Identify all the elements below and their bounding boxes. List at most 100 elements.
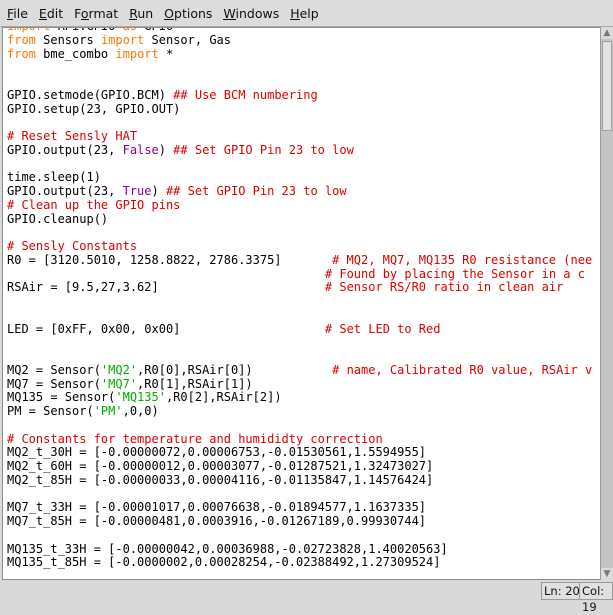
code-token: RSAir = [9.5,27,3.62] xyxy=(7,280,325,295)
code-line: MQ2_t_60H = [-0.00000012,0.00003077,-0.0… xyxy=(7,459,592,474)
code-token: MQ135 = Sensor( xyxy=(7,390,116,405)
column-number: Col: 19 xyxy=(579,582,613,614)
code-token: False xyxy=(122,142,159,157)
code-line: # Clean up the GPIO pins xyxy=(7,197,592,213)
code-token: True xyxy=(122,184,152,198)
code-token: ## Set GPIO Pin 23 to low xyxy=(173,142,354,157)
code-token: GPIO.setup(23, GPIO.OUT) xyxy=(7,101,181,116)
code-editor[interactable]: import RPi.GPIO as GPIOfrom Sensors impo… xyxy=(2,27,601,580)
code-line: from Sensors import Sensor, Gas xyxy=(7,32,592,48)
scrollbar-thumb[interactable] xyxy=(602,41,612,131)
code-token: 'MQ135' xyxy=(115,390,166,405)
menu-help[interactable]: Help xyxy=(289,6,320,21)
code-token: ,R0[2],RSAir[2]) xyxy=(165,390,282,405)
code-token: MQ2_t_30H = [-0.00000072,0.00006753,-0.0… xyxy=(7,445,427,460)
code-token: GPIO.output(23, xyxy=(7,142,123,157)
code-line: GPIO.output(23, False) ## Set GPIO Pin 2… xyxy=(7,142,592,158)
code-token: MQ2_t_85H = [-0.00000033,0.00004116,-0.0… xyxy=(7,472,434,487)
code-line: RSAir = [9.5,27,3.62] # Sensor RS/R0 rat… xyxy=(7,280,592,295)
menu-file[interactable]: File xyxy=(6,6,29,21)
code-line: time.sleep(1) xyxy=(7,170,592,185)
code-token: from xyxy=(7,32,36,47)
code-token: MQ2_t_60H = [-0.00000012,0.00003077,-0.0… xyxy=(7,459,434,473)
code-line: PM = Sensor('PM',0,0) xyxy=(7,404,592,419)
code-token: # Constants for temperature and humididt… xyxy=(7,431,383,446)
menu-windows[interactable]: Windows xyxy=(222,6,280,21)
code-line: # Sensly Constants xyxy=(7,239,592,254)
code-token: GPIO.output(23, xyxy=(7,184,123,198)
code-token: # Sensly Constants xyxy=(7,239,138,253)
code-token: LED = [0xFF, 0x00, 0x00] xyxy=(7,321,325,336)
code-line: MQ2_t_85H = [-0.00000033,0.00004116,-0.0… xyxy=(7,472,592,488)
menu-format[interactable]: Format xyxy=(73,6,119,21)
code-token: ,R0[0],RSAir[0]) xyxy=(137,362,333,377)
code-line: # Constants for temperature and humididt… xyxy=(7,431,592,447)
code-token: ,R0[1],RSAir[1]) xyxy=(137,376,253,391)
code-token: GPIO.setmode(GPIO.BCM) xyxy=(7,87,174,102)
code-line: MQ7_t_85H = [-0.00000481,0.0003916,-0.01… xyxy=(7,514,592,529)
code-line: # Found by placing the Sensor in a c xyxy=(7,267,592,282)
code-token: MQ7 = Sensor( xyxy=(7,376,101,391)
code-token: ## Use BCM numbering xyxy=(173,87,318,102)
code-line: MQ7 = Sensor('MQ7',R0[1],RSAir[1]) xyxy=(7,376,592,392)
code-line: # Reset Sensly HAT xyxy=(7,129,592,144)
code-token: MQ7_t_85H = [-0.00000481,0.0003916,-0.01… xyxy=(7,514,427,528)
code-line: GPIO.setmode(GPIO.BCM) ## Use BCM number… xyxy=(7,87,592,103)
code-line: MQ135_t_85H = [-0.0000002,0.00028254,-0.… xyxy=(7,555,592,570)
code-line: MQ135 = Sensor('MQ135',R0[2],RSAir[2]) xyxy=(7,390,592,405)
code-line: MQ2_t_30H = [-0.00000072,0.00006753,-0.0… xyxy=(7,445,592,460)
code-token: R0 = [3120.5010, 1258.8822, 2786.3375] xyxy=(7,252,333,267)
code-token: # Clean up the GPIO pins xyxy=(7,197,181,212)
code-token: Sensors xyxy=(35,32,101,47)
code-token: 'MQ2' xyxy=(100,362,138,377)
code-token: time.sleep(1) xyxy=(7,170,101,185)
code-token: # Reset Sensly HAT xyxy=(7,129,138,143)
code-token: MQ135_t_85H = [-0.0000002,0.00028254,-0.… xyxy=(7,555,441,570)
code-token: 'PM' xyxy=(93,404,123,418)
code-line: LED = [0xFF, 0x00, 0x00] # Set LED to Re… xyxy=(7,321,592,337)
scroll-up-arrow-icon[interactable]: ▲ xyxy=(601,27,613,39)
code-token: # Set LED to Red xyxy=(324,321,441,336)
menu-options[interactable]: Options xyxy=(163,6,213,21)
vertical-scrollbar[interactable]: ▲ ▼ xyxy=(600,27,613,580)
code-line: from bme_combo import * xyxy=(7,46,592,62)
code-text[interactable]: import RPi.GPIO as GPIOfrom Sensors impo… xyxy=(7,28,593,570)
status-bar: Ln: 20 Col: 19 xyxy=(0,580,613,614)
menu-bar: File Edit Format Run Options Windows Hel… xyxy=(0,0,613,27)
menu-run[interactable]: Run xyxy=(128,6,154,21)
code-token: Sensor, Gas xyxy=(144,32,231,47)
code-token: MQ7_t_33H = [-0.00001017,0.00076638,-0.0… xyxy=(7,500,427,515)
code-token: # Sensor RS/R0 ratio in clean air xyxy=(324,280,564,295)
code-token: import xyxy=(115,46,159,61)
code-token: 'MQ7' xyxy=(100,376,138,391)
code-line: GPIO.setup(23, GPIO.OUT) xyxy=(7,101,592,117)
scroll-down-arrow-icon[interactable]: ▼ xyxy=(601,568,613,580)
code-line: MQ2 = Sensor('MQ2',R0[0],RSAir[0]) # nam… xyxy=(7,362,592,378)
code-line: R0 = [3120.5010, 1258.8822, 2786.3375] #… xyxy=(7,252,593,268)
code-token: ,0,0) xyxy=(122,404,159,418)
code-token: # MQ2, MQ7, MQ135 R0 resistance (nee xyxy=(332,252,593,267)
code-token: ## Set GPIO Pin 23 to low xyxy=(165,184,347,198)
code-token: MQ2 = Sensor( xyxy=(7,362,101,377)
code-line: MQ135_t_33H = [-0.00000042,0.00036988,-0… xyxy=(7,541,592,557)
code-token: GPIO.cleanup() xyxy=(7,211,109,226)
line-number: Ln: 20 xyxy=(541,582,583,600)
code-token: from xyxy=(7,46,36,61)
code-token: import xyxy=(100,32,145,47)
menu-edit[interactable]: Edit xyxy=(38,6,64,21)
code-token: bme_combo xyxy=(35,46,116,61)
code-token: MQ135_t_33H = [-0.00000042,0.00036988,-0… xyxy=(7,541,448,556)
code-line: GPIO.cleanup() xyxy=(7,211,592,227)
